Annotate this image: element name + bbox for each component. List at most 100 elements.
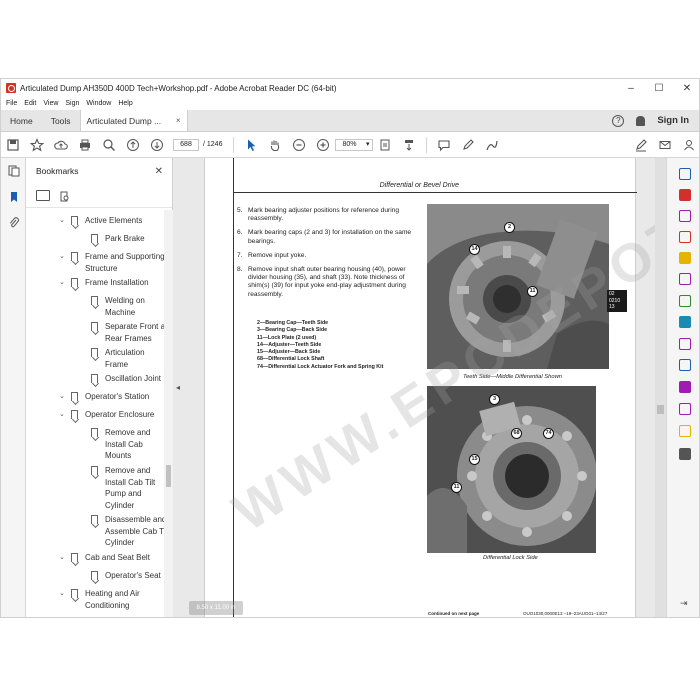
left-navigation-rail	[1, 158, 26, 617]
pdf-page: Differential or Bevel Drive 5. Mark beari…	[204, 158, 637, 617]
certificate-icon[interactable]	[679, 425, 691, 437]
find-bookmark-icon[interactable]	[60, 190, 69, 202]
send-review-icon[interactable]	[679, 381, 691, 393]
fill-sign-icon[interactable]	[679, 338, 691, 350]
bookmark-label: Operator's Station	[85, 392, 150, 401]
chevron-down-icon[interactable]: ⌄	[59, 588, 65, 600]
toolbar-divider-2	[426, 136, 428, 153]
chevron-down-icon[interactable]: ⌄	[59, 215, 65, 227]
protect-icon[interactable]	[679, 359, 691, 371]
zoom-search-icon[interactable]	[97, 132, 121, 158]
more-tools-icon[interactable]	[679, 448, 691, 460]
search-tool-icon[interactable]	[679, 168, 691, 180]
callout-label: 14	[469, 244, 480, 255]
comment-icon[interactable]	[432, 132, 456, 158]
draw-icon[interactable]	[480, 132, 504, 158]
bookmark-label: Park Brake	[105, 234, 145, 243]
maximize-button[interactable]: ☐	[645, 83, 673, 94]
running-head: Differential or Bevel Drive	[379, 182, 459, 189]
notification-bell-icon[interactable]	[636, 115, 646, 126]
email-icon[interactable]	[653, 132, 677, 158]
acrobat-window: Articulated Dump AH350D 400D Tech+Worksh…	[0, 78, 700, 618]
bookmark-star-icon[interactable]	[25, 132, 49, 158]
bookmark-icon	[91, 296, 98, 305]
close-window-button[interactable]: ✕	[673, 83, 699, 94]
sign-tool-icon[interactable]	[679, 403, 691, 415]
edit-pdf-icon[interactable]	[679, 316, 691, 328]
bookmarks-scrollbar[interactable]	[164, 210, 173, 617]
help-icon[interactable]: ?	[612, 114, 625, 127]
cloud-upload-icon[interactable]	[49, 132, 73, 158]
comment-tool-icon[interactable]	[679, 252, 691, 264]
export-pdf-icon[interactable]	[679, 189, 691, 201]
tab-document[interactable]: Articulated Dump ... ×	[79, 110, 188, 131]
bookmark-label: Frame Installation	[85, 278, 149, 287]
bookmark-icon	[71, 589, 78, 598]
hand-tool-icon[interactable]	[263, 132, 287, 158]
document-scroll-thumb[interactable]	[657, 405, 664, 414]
chevron-down-icon[interactable]: ⌄	[59, 552, 65, 564]
title-bar: Articulated Dump AH350D 400D Tech+Worksh…	[1, 79, 699, 97]
chevron-down-icon[interactable]: ⌄	[59, 391, 65, 403]
continued-note: Continued on next page	[428, 611, 480, 616]
create-pdf-icon[interactable]	[679, 231, 691, 243]
menu-window[interactable]: Window	[86, 100, 111, 107]
menu-sign[interactable]: Sign	[65, 100, 79, 107]
step-number: 7.	[237, 251, 243, 259]
menu-edit[interactable]: Edit	[24, 100, 36, 107]
next-page-icon[interactable]	[145, 132, 169, 158]
bookmark-icon	[91, 374, 98, 383]
step-item: 7. Remove input yoke.	[237, 252, 417, 260]
bookmark-options-icon[interactable]	[36, 190, 50, 201]
bookmarks-scroll-thumb[interactable]	[166, 465, 171, 487]
sign-in-button[interactable]: Sign In	[657, 115, 689, 126]
chevron-down-icon[interactable]: ⌄	[59, 277, 65, 289]
legend-item: 15—Adjuster—Back Side	[257, 349, 321, 356]
document-view[interactable]: ◂ Differential or Bevel Drive 5. Mark bea…	[173, 158, 666, 617]
zoom-level-select[interactable]: 80%	[335, 138, 374, 151]
bookmarks-toolbar	[26, 184, 172, 208]
section-tab: 02 0210 13	[607, 290, 627, 312]
tab-bar: Home Tools Articulated Dump ... × ? Sign…	[1, 110, 699, 132]
menu-help[interactable]: Help	[118, 100, 132, 107]
page-fit-icon[interactable]	[373, 132, 397, 158]
organize-pages-icon[interactable]	[679, 210, 691, 222]
attachments-icon[interactable]	[1, 210, 26, 236]
page-thumbnails-icon[interactable]	[1, 158, 26, 184]
collapse-panel-arrow-icon[interactable]: ◂	[176, 383, 180, 392]
previous-page-icon[interactable]	[121, 132, 145, 158]
chevron-down-icon[interactable]: ⌄	[59, 251, 65, 263]
minimize-button[interactable]: –	[617, 83, 645, 94]
expand-panel-icon[interactable]: ⇥	[680, 598, 688, 609]
highlight-pen-icon[interactable]	[456, 132, 480, 158]
combine-files-icon[interactable]	[679, 273, 691, 285]
sign-pen-icon[interactable]	[629, 132, 653, 158]
menu-view[interactable]: View	[43, 100, 58, 107]
chevron-down-icon[interactable]: ⌄	[59, 409, 65, 421]
select-cursor-icon[interactable]	[239, 132, 263, 158]
close-panel-icon[interactable]: ✕	[155, 166, 163, 177]
figure-caption-top: Teeth Side—Middle Differential Shown	[463, 374, 563, 380]
share-user-icon[interactable]	[677, 132, 699, 158]
print-icon[interactable]	[73, 132, 97, 158]
tab-tools[interactable]: Tools	[42, 110, 80, 131]
save-icon[interactable]	[1, 132, 25, 158]
menu-file[interactable]: File	[6, 100, 17, 107]
callout-label: 68	[511, 428, 522, 439]
bookmark-icon	[91, 571, 98, 580]
callout-label: 74	[543, 428, 554, 439]
zoom-out-icon[interactable]	[287, 132, 311, 158]
step-text: Mark bearing caps (2 and 3) for installa…	[248, 229, 412, 245]
tab-close-icon[interactable]: ×	[176, 116, 181, 125]
bookmark-icon	[71, 216, 78, 225]
bookmarks-panel-icon[interactable]	[1, 184, 26, 210]
tab-home[interactable]: Home	[1, 110, 42, 131]
page-number-input[interactable]: 688	[173, 138, 199, 151]
compress-icon[interactable]	[679, 295, 691, 307]
tab-document-label: Articulated Dump ...	[86, 115, 162, 126]
zoom-in-icon[interactable]	[311, 132, 335, 158]
bookmark-label: Heating and Air Conditioning	[85, 589, 140, 610]
scroll-mode-icon[interactable]	[397, 132, 421, 158]
document-scrollbar[interactable]	[655, 158, 666, 617]
bookmark-icon	[91, 466, 98, 475]
